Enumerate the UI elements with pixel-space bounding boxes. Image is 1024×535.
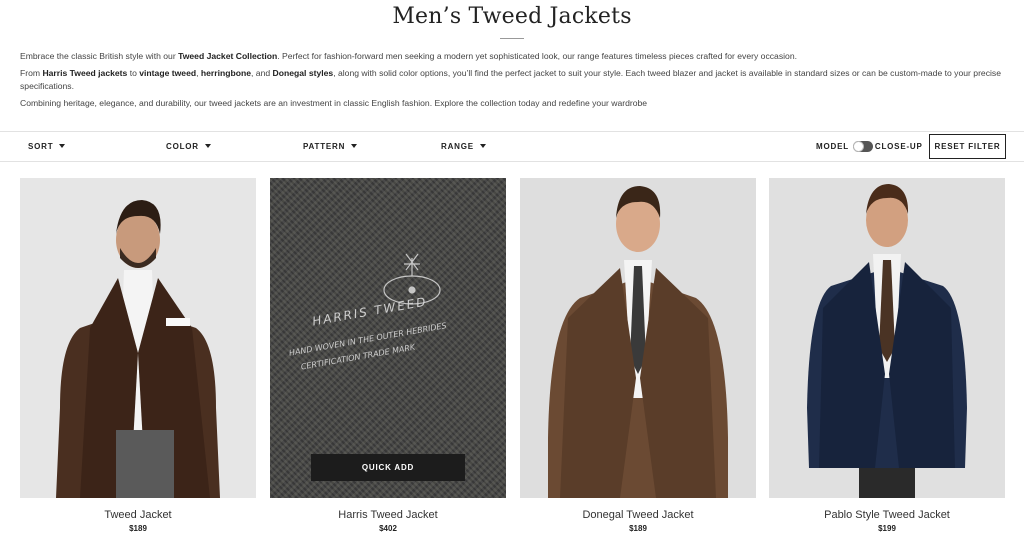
product-image[interactable]: HARRIS TWEED HAND WOVEN IN THE OUTER HEB… [270,178,506,498]
title-divider [500,38,524,39]
intro-text-run: . Perfect for fashion-forward men seekin… [277,51,797,61]
product-image[interactable] [769,178,1005,498]
model-photo [520,178,756,498]
pattern-dropdown[interactable]: PATTERN [303,142,358,151]
intro-text-run: , and [251,68,273,79]
range-dropdown[interactable]: RANGE [441,142,486,151]
product-name[interactable]: Pablo Style Tweed Jacket [769,509,1005,521]
product-price: $189 [629,524,647,533]
intro-highlight: vintage tweed [139,68,197,79]
toggle-label-model: MODEL [816,142,849,151]
product-card[interactable]: Tweed Jacket $189 [20,178,256,533]
product-card[interactable]: Donegal Tweed Jacket $189 [520,178,756,533]
toggle-label-closeup: CLOSE-UP [874,142,923,151]
view-toggle: MODEL CLOSE-UP [816,141,923,152]
quick-add-button[interactable]: QUICK ADD [311,454,465,481]
color-label: COLOR [166,142,199,151]
svg-text:HARRIS TWEED: HARRIS TWEED [311,294,428,328]
harris-tweed-label: HARRIS TWEED HAND WOVEN IN THE OUTER HEB… [288,253,447,372]
intro-text: Embrace the classic British style with o… [20,50,1005,115]
range-label: RANGE [441,142,474,151]
intro-text-run: From [20,68,43,79]
product-price: $402 [379,524,397,533]
product-price: $199 [878,524,896,533]
color-dropdown[interactable]: COLOR [166,142,211,151]
chevron-down-icon [59,144,66,148]
intro-paragraph-3: Combining heritage, elegance, and durabi… [20,97,1005,109]
switch-knob [852,141,864,152]
model-closeup-switch[interactable] [852,141,873,152]
model-photo [20,178,256,498]
filter-bar: SORT COLOR PATTERN RANGE MODEL CLOSE-UP … [0,131,1024,162]
product-price: $189 [129,524,147,533]
pattern-label: PATTERN [303,142,346,151]
chevron-down-icon [479,144,486,148]
intro-paragraph-2: From Harris Tweed jackets to vintage twe… [20,67,1005,92]
intro-text-run: to [127,68,140,79]
reset-filter-button[interactable]: RESET FILTER [929,134,1006,159]
sort-dropdown[interactable]: SORT [28,142,66,151]
intro-highlight: herringbone [200,68,252,79]
product-image[interactable] [520,178,756,498]
intro-highlight: Harris Tweed jackets [42,68,128,79]
intro-highlight: Tweed Jacket Collection [178,51,278,61]
chevron-down-icon [204,144,211,148]
page-title: Men’s Tweed Jackets [392,4,632,29]
model-photo [769,178,1005,498]
product-name[interactable]: Tweed Jacket [20,509,256,521]
product-card[interactable]: HARRIS TWEED HAND WOVEN IN THE OUTER HEB… [270,178,506,533]
sort-label: SORT [28,142,54,151]
intro-text-run: Embrace the classic British style with o… [20,51,179,61]
product-card[interactable]: Pablo Style Tweed Jacket $199 [769,178,1005,533]
intro-highlight: Donegal styles [272,68,334,79]
product-image[interactable] [20,178,256,498]
chevron-down-icon [351,144,358,148]
product-name[interactable]: Donegal Tweed Jacket [520,509,756,521]
intro-text-run: Combining heritage, elegance, and durabi… [20,98,648,109]
product-name[interactable]: Harris Tweed Jacket [270,509,506,521]
intro-paragraph-1: Embrace the classic British style with o… [20,50,1005,62]
